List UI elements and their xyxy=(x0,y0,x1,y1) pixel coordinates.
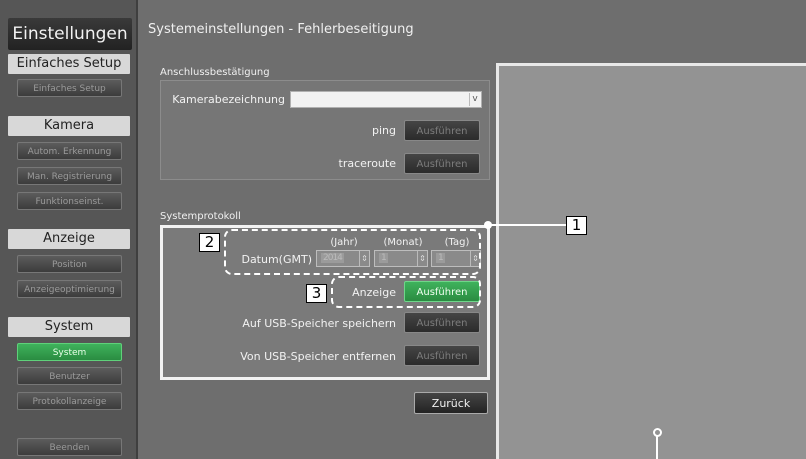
usb-save-execute-button[interactable]: Ausführen xyxy=(404,312,480,333)
section-header-system: System xyxy=(8,317,130,337)
display-highlight-frame xyxy=(331,276,481,308)
section-header-display: Anzeige xyxy=(8,229,130,249)
section-header-camera: Kamera xyxy=(8,116,130,136)
chevron-down-icon: v xyxy=(469,93,480,106)
callout-area-ring xyxy=(653,428,662,437)
exit-button[interactable]: Beenden xyxy=(17,438,122,456)
page-title: Systemeinstellungen - Fehlerbeseitigung xyxy=(148,22,414,37)
date-highlight-frame xyxy=(224,229,481,275)
callout-area-leader xyxy=(656,435,658,459)
usb-remove-label: Von USB-Speicher entfernen xyxy=(240,350,396,363)
callout-1-dot xyxy=(484,221,492,229)
sidebar-item-users[interactable]: Benutzer xyxy=(17,367,122,385)
sidebar-item-log-display[interactable]: Protokollanzeige xyxy=(17,392,122,410)
sidebar-item-easy-setup[interactable]: Einfaches Setup xyxy=(17,79,122,97)
callout-3: 3 xyxy=(306,284,327,303)
syslog-group-label: Systemprotokoll xyxy=(160,211,241,222)
sidebar-item-position[interactable]: Position xyxy=(17,255,122,273)
connection-group-label: Anschlussbestätigung xyxy=(160,67,270,78)
callout-1-leader xyxy=(488,224,568,226)
callout-1: 1 xyxy=(566,216,587,235)
section-header-easy-setup: Einfaches Setup xyxy=(8,54,130,74)
camera-name-label: Kamerabezeichnung xyxy=(172,93,285,106)
sidebar-item-manual-registration[interactable]: Man. Registrierung xyxy=(17,167,122,185)
sidebar-item-display-optimization[interactable]: Anzeigeoptimierung xyxy=(17,280,122,298)
sidebar-title: Einstellungen xyxy=(8,18,132,50)
ping-execute-button[interactable]: Ausführen xyxy=(404,120,480,141)
usb-save-label: Auf USB-Speicher speichern xyxy=(242,317,396,330)
sidebar-item-auto-detect[interactable]: Autom. Erkennung xyxy=(17,142,122,160)
camera-name-select[interactable]: v xyxy=(290,91,482,108)
sidebar-item-system[interactable]: System xyxy=(17,343,122,361)
ping-label: ping xyxy=(372,124,396,137)
back-button[interactable]: Zurück xyxy=(414,392,488,414)
callout-2: 2 xyxy=(199,233,220,252)
sidebar-item-function-settings[interactable]: Funktionseinst. xyxy=(17,192,122,210)
traceroute-label: traceroute xyxy=(338,157,396,170)
traceroute-execute-button[interactable]: Ausführen xyxy=(404,153,480,174)
sidebar: Einstellungen Einfaches Setup Einfaches … xyxy=(0,0,138,459)
log-display-area xyxy=(496,63,806,459)
usb-remove-execute-button[interactable]: Ausführen xyxy=(404,345,480,366)
